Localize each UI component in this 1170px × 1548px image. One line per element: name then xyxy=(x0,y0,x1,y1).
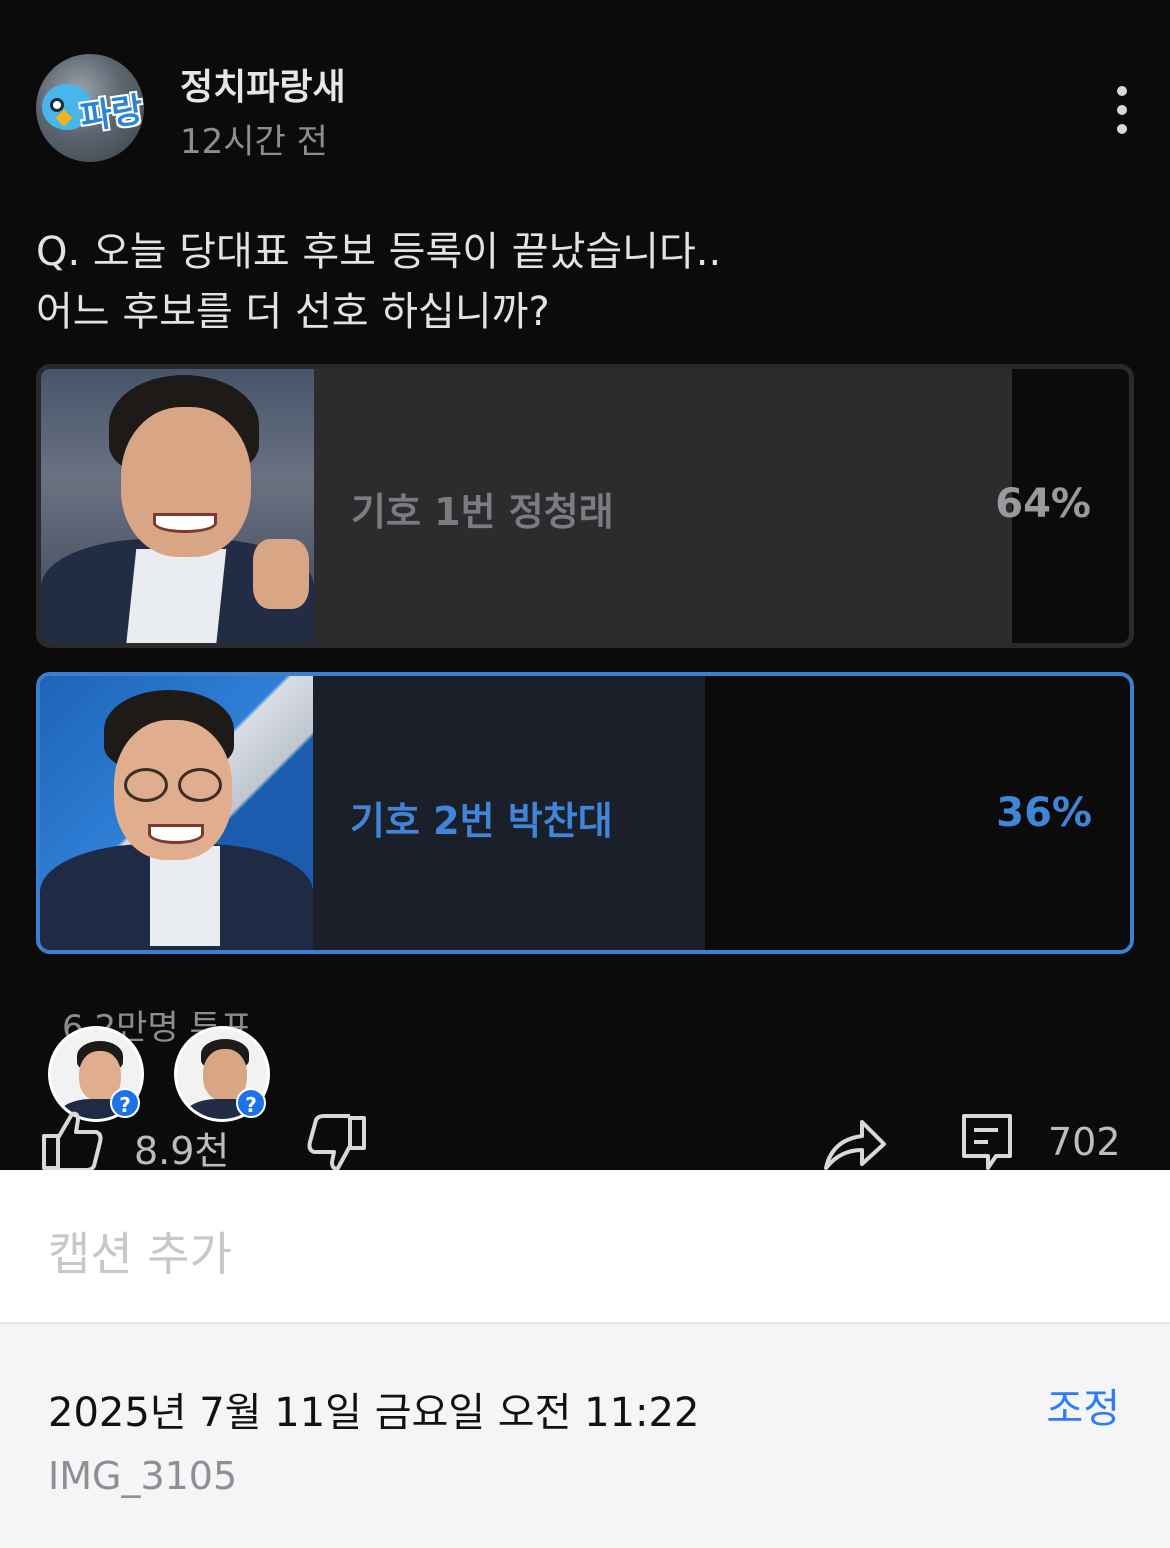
comment-icon[interactable] xyxy=(960,1112,1014,1170)
more-options-icon[interactable] xyxy=(1104,82,1140,138)
photo-filename: IMG_3105 xyxy=(48,1454,238,1498)
thumbs-down-icon[interactable] xyxy=(304,1112,368,1170)
thumbs-up-icon[interactable] xyxy=(40,1108,104,1170)
adjust-button[interactable]: 조정 xyxy=(1046,1376,1120,1434)
poll-option-2[interactable]: 기호 2번 박찬대 36% xyxy=(36,672,1134,954)
post-timestamp: 12시간 전 xyxy=(180,122,328,162)
poll-option-1-percent: 64% xyxy=(995,481,1091,527)
poll-option-1[interactable]: 기호 1번 정청래 64% xyxy=(36,364,1134,648)
channel-name[interactable]: 정치파랑새 xyxy=(180,58,346,110)
poll-option-2-percent: 36% xyxy=(996,790,1092,836)
question-badge-icon: ? xyxy=(110,1088,140,1118)
share-icon[interactable] xyxy=(822,1114,888,1170)
caption-input[interactable]: 캡션 추가 xyxy=(48,1218,232,1284)
poll-question-line-2: 어느 후보를 더 선호 하십니까? xyxy=(36,289,550,335)
candidate-1-photo xyxy=(41,369,314,643)
like-count: 8.9천 xyxy=(134,1129,230,1170)
poll-question-line-1: Q. 오늘 당대표 후보 등록이 끝났습니다.. xyxy=(36,229,722,275)
poll-question: Q. 오늘 당대표 후보 등록이 끝났습니다.. 어느 후보를 더 선호 하십니… xyxy=(36,222,1136,342)
avatar-logo-text: 파랑 xyxy=(78,89,144,139)
poll-option-2-label: 기호 2번 박찬대 xyxy=(350,799,613,843)
photo-info-panel: 2025년 7월 11일 금요일 오전 11:22 조정 IMG_3105 xyxy=(0,1326,1170,1548)
question-badge-icon: ? xyxy=(236,1088,266,1118)
poll-option-1-label: 기호 1번 정청래 xyxy=(351,490,614,534)
channel-avatar[interactable]: 파랑 xyxy=(36,54,144,162)
comment-count: 702 xyxy=(1048,1120,1121,1164)
caption-area: 캡션 추가 xyxy=(0,1170,1170,1324)
photo-datetime: 2025년 7월 11일 금요일 오전 11:22 xyxy=(48,1390,700,1436)
candidate-2-photo xyxy=(40,676,313,950)
post-screenshot: 파랑 정치파랑새 12시간 전 Q. 오늘 당대표 후보 등록이 끝났습니다..… xyxy=(0,0,1170,1170)
